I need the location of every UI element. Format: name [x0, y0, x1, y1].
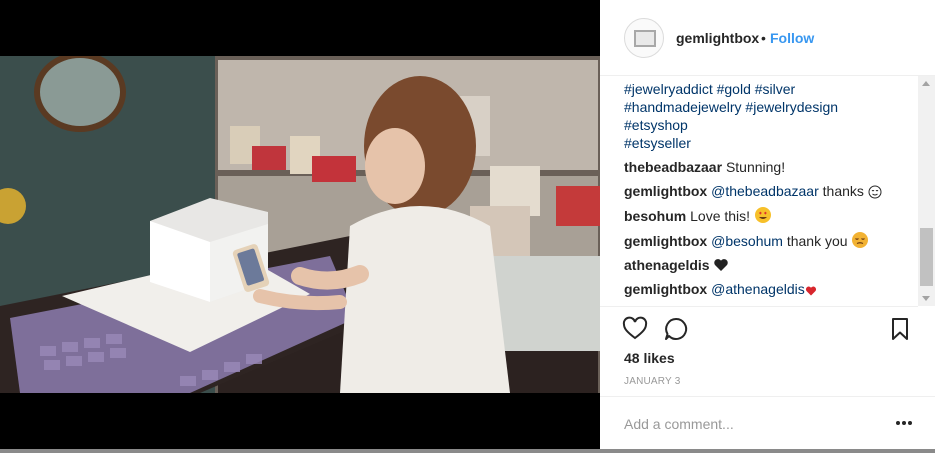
comment-username[interactable]: gemlightbox [624, 281, 707, 297]
hashtag-link[interactable]: #silver [755, 81, 795, 97]
comment-username[interactable]: besohum [624, 208, 686, 224]
pensive-face-icon [852, 232, 869, 248]
comment-username[interactable]: gemlightbox [624, 233, 707, 249]
jewelry-store-photo [0, 56, 600, 393]
red-heart-icon [805, 286, 816, 296]
comment-mention[interactable]: @thebeadbazaar [711, 183, 819, 199]
add-comment-input[interactable] [624, 413, 884, 435]
post-photo[interactable] [0, 56, 600, 393]
post-sidebar: gemlightbox • Follow #jewelryaddict #gol… [600, 0, 935, 453]
hashtag-line: #etsyseller [624, 134, 914, 152]
more-options-icon[interactable] [896, 421, 914, 427]
relieved-face-icon [868, 185, 882, 199]
scroll-up-arrow-icon[interactable] [922, 81, 930, 86]
hashtag-link[interactable]: #handmadejewelry [624, 99, 742, 115]
hashtag-line: #etsyshop [624, 116, 914, 134]
post-date: JANUARY 3 [624, 376, 681, 387]
hashtag-link[interactable]: #jewelryaddict [624, 81, 713, 97]
comment-item: gemlightbox @thebeadbazaar thanks [624, 182, 914, 200]
scroll-down-arrow-icon[interactable] [922, 296, 930, 301]
comment-item: gemlightbox @athenageldis [624, 280, 914, 298]
comment-username[interactable]: gemlightbox [624, 183, 707, 199]
lightbox-logo-icon [634, 30, 656, 47]
comment-mention[interactable]: @besohum [711, 233, 783, 249]
post-media [0, 0, 600, 453]
bottom-edge [0, 449, 935, 453]
comments-list: #jewelryaddict #gold #silver #handmadeje… [624, 80, 914, 302]
header-username[interactable]: gemlightbox [676, 30, 759, 46]
hashtag-link[interactable]: #jewelrydesign [745, 99, 838, 115]
add-comment-bar [600, 396, 935, 453]
post-header: gemlightbox • Follow [600, 0, 935, 76]
comment-mention[interactable]: @athenageldis [711, 281, 805, 297]
comment-text: Love this! [690, 208, 751, 224]
hashtag-line: #jewelryaddict #gold #silver [624, 80, 914, 98]
comment-username[interactable]: thebeadbazaar [624, 159, 722, 175]
caption-hashtags: #jewelryaddict #gold #silver #handmadeje… [624, 80, 914, 152]
hashtag-link[interactable]: #gold [717, 81, 751, 97]
header-separator: • [761, 30, 766, 46]
heart-outline-icon[interactable] [622, 316, 648, 342]
scrollbar-thumb[interactable] [920, 228, 933, 286]
hashtag-link[interactable]: #etsyseller [624, 135, 691, 151]
comment-username[interactable]: athenageldis [624, 257, 710, 273]
bookmark-icon[interactable] [887, 316, 913, 342]
likes-count[interactable]: 48 likes [624, 350, 675, 366]
comment-item: gemlightbox @besohum thank you [624, 231, 914, 250]
comment-text: Stunning! [725, 159, 786, 175]
comments-scrollbar[interactable] [918, 76, 935, 306]
comment-item: thebeadbazaar Stunning! [624, 158, 914, 176]
actions-divider [600, 306, 918, 307]
comment-text: thank you [786, 233, 848, 249]
comment-item: besohum Love this! [624, 206, 914, 225]
black-heart-icon [714, 259, 729, 271]
speech-bubble-icon[interactable] [663, 316, 689, 342]
heart-eyes-face-icon [754, 207, 771, 223]
comment-text: thanks [822, 183, 864, 199]
follow-button[interactable]: Follow [770, 30, 814, 46]
hashtag-link[interactable]: #etsyshop [624, 117, 688, 133]
avatar[interactable] [624, 18, 664, 58]
hashtag-line: #handmadejewelry #jewelrydesign [624, 98, 914, 116]
comment-item: athenageldis [624, 256, 914, 274]
